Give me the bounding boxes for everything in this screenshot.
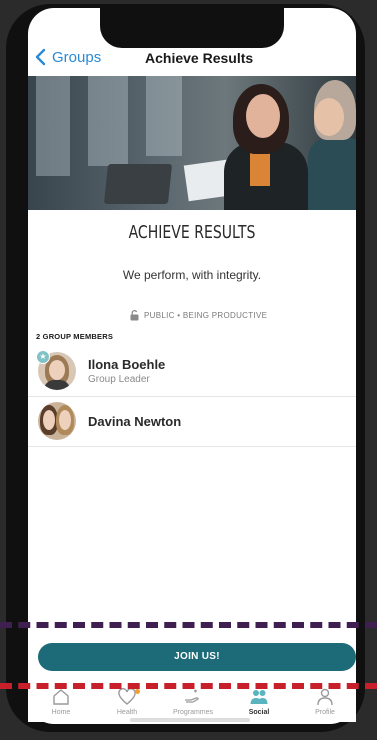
unlock-icon — [130, 310, 139, 321]
members-count: 2 GROUP MEMBERS — [36, 332, 114, 341]
red-dashed-line — [0, 683, 377, 689]
person-icon — [317, 688, 333, 706]
page-title: Achieve Results — [145, 50, 254, 66]
tab-label: Programmes — [172, 709, 214, 716]
hand-icon — [185, 689, 199, 703]
back-label: Groups — [52, 48, 102, 66]
member-name: Ilona Boehle — [88, 357, 166, 372]
tab-social[interactable]: Social — [226, 686, 292, 722]
group-title: ACHIEVE RESULTS — [128, 222, 256, 243]
leader-badge-icon: ★ — [36, 350, 50, 364]
tab-label: Health — [116, 709, 138, 716]
people-icon — [250, 690, 268, 704]
member-name: Davina Newton — [88, 414, 182, 429]
group-banner-image — [28, 76, 356, 210]
tab-home[interactable]: Home — [28, 686, 94, 722]
back-button[interactable]: Groups — [34, 48, 101, 66]
tab-label: Profile — [315, 709, 335, 716]
group-description: We perform, with integrity. — [122, 268, 262, 282]
avatar — [38, 402, 76, 440]
tab-profile[interactable]: Profile — [292, 686, 358, 722]
member-row[interactable]: ★ Ilona Boehle Group Leader — [28, 346, 356, 397]
member-role: Group Leader — [88, 374, 150, 385]
heart-icon — [118, 688, 136, 705]
home-indicator — [130, 718, 250, 722]
tab-label: Social — [248, 709, 270, 716]
tab-label: Home — [51, 709, 71, 716]
group-meta-text: PUBLIC • BEING PRODUCTIVE — [144, 311, 268, 320]
chevron-left-icon — [35, 48, 46, 66]
purple-dashed-line — [0, 622, 377, 628]
tab-programmes[interactable]: Programmes — [160, 686, 226, 722]
member-row[interactable]: Davina Newton — [28, 396, 356, 447]
join-group-button[interactable]: JOIN US! — [38, 643, 356, 671]
bottom-tab-bar: Home Health Programmes Social Profile — [28, 686, 356, 722]
notification-dot — [135, 689, 140, 694]
device-notch — [100, 8, 284, 48]
home-icon — [53, 689, 69, 705]
group-privacy-meta: PUBLIC • BEING PRODUCTIVE — [130, 310, 267, 321]
tab-health[interactable]: Health — [94, 686, 160, 722]
